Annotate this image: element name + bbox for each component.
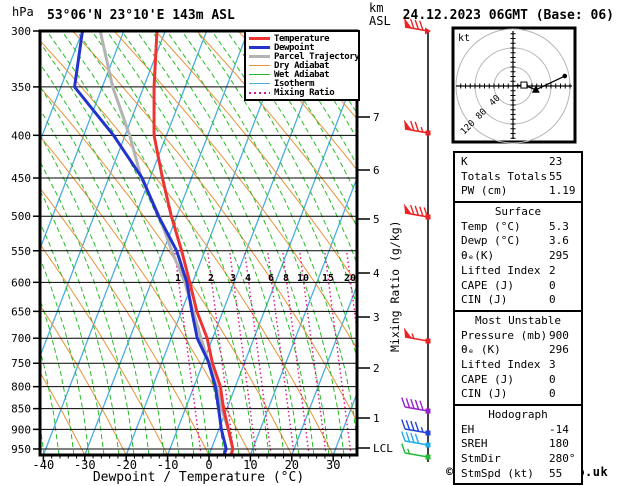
lcl-label: LCL [373, 442, 393, 455]
mixing-ratio-value-label: 4 [245, 273, 251, 284]
stat-row-totals-totals: Totals Totals 55 [461, 169, 563, 183]
stat-row-pw: PW (cm) 1.19 [461, 184, 576, 198]
stat-row-surface-thetae: θₑ(K) 295 [461, 249, 569, 263]
stats-hodograph-box: Hodograph EH -14 SREH 180 StmDir 280° StmSp… [453, 404, 583, 486]
stats-surface-box: Surface Temp (°C) 5.3 Dewp (°C) 3.6 θₑ(K) 2… [453, 201, 583, 312]
pressure-tick-label: 700 [11, 332, 31, 345]
km-tick-label: 6 [373, 164, 380, 177]
stats-panel: K 23 Totals Totals 55 PW (cm) 1.19 Surface … [453, 151, 583, 486]
wind-barb-icon [404, 203, 431, 220]
pressure-tick-label: 650 [11, 305, 31, 318]
mixing-ratio-line-swatch [249, 91, 270, 94]
km-tick-label: 2 [373, 362, 380, 375]
km-tick-label: 1 [373, 412, 380, 425]
mixing-ratio-value-label: 6 [268, 273, 274, 284]
stat-row-surface-cape: CAPE (J) 0 [461, 278, 556, 292]
km-tick-label: 3 [373, 311, 380, 324]
stat-row-k: K 23 [461, 155, 563, 168]
stat-row-surface-temp: Temp (°C) 5.3 [461, 219, 569, 233]
hodograph-section-title: Hodograph [488, 408, 548, 421]
pressure-tick-label: 500 [11, 210, 31, 223]
km-tick-label: 5 [373, 213, 380, 226]
sounding-page: 1 2 3 4 6 8 10 15 20 25 300 350 400 450 500 550 600 650 70… [0, 0, 629, 486]
km-tick-label: 7 [373, 111, 380, 124]
hodograph-unit-label: kt [458, 33, 470, 44]
km-axis-unit-asl: ASL [369, 14, 391, 28]
pressure-tick-label: 550 [11, 245, 31, 258]
km-tick-label: 4 [373, 267, 380, 280]
chart-legend: Temperature Dewpoint Parcel Trajectory D… [244, 30, 360, 101]
pressure-axis-unit: hPa [12, 5, 34, 19]
pressure-tick-label: 850 [11, 403, 31, 416]
mixing-ratio-value-label: 8 [283, 273, 289, 284]
wind-barb-icon [404, 327, 431, 344]
parcel-line-swatch [249, 55, 270, 58]
legend-item-mixing-ratio: Mixing Ratio [246, 87, 358, 98]
hodograph: 4080120kt [451, 26, 577, 144]
mixing-ratio-line [359, 253, 385, 455]
pressure-tick-label: 400 [11, 129, 31, 142]
temperature-curve [152, 31, 235, 455]
pressure-tick-label: 950 [11, 443, 31, 456]
pressure-tick-label: 450 [11, 172, 31, 185]
stat-row-mu-cin: CIN (J) 0 [461, 387, 556, 401]
hodograph-marker-square [520, 81, 528, 89]
km-axis-unit: km ASL [369, 2, 391, 28]
stat-row-mu-li: Lifted Index 3 [461, 357, 556, 371]
dry-adiabat-line [40, 187, 210, 455]
stat-row-mu-thetae: θₑ (K) 296 [461, 343, 569, 357]
stats-indices-box: K 23 Totals Totals 55 PW (cm) 1.19 [453, 151, 583, 204]
stat-row-stmspd: StmSpd (kt) 55 [461, 466, 563, 480]
stat-row-surface-cin: CIN (J) 0 [461, 293, 556, 307]
temperature-axis-caption: Dewpoint / Temperature (°C) [92, 470, 305, 485]
legend-label: Mixing Ratio [274, 87, 335, 98]
pressure-tick-label: 800 [11, 381, 31, 394]
temperature-line-swatch [249, 37, 270, 40]
stat-row-surface-dewp: Dewp (°C) 3.6 [461, 234, 569, 248]
mixing-ratio-value-label: 15 [322, 273, 334, 284]
mixing-ratio-value-label: 20 [344, 273, 356, 284]
stat-row-stmdir: StmDir 280° [461, 452, 576, 466]
pressure-tick-label: 900 [11, 423, 31, 436]
wet-adiabat-line-swatch [249, 73, 270, 76]
stat-row-eh: EH -14 [461, 422, 569, 436]
surface-section-title: Surface [494, 205, 542, 219]
isotherm-line-swatch [249, 82, 270, 85]
mixing-ratio-value-label: 10 [297, 273, 309, 284]
dry-adiabat-line-swatch [249, 64, 270, 67]
stats-most-unstable-box: Most Unstable Pressure (mb) 900 θₑ (K) 296… [453, 309, 583, 406]
dewpoint-line-swatch [249, 46, 270, 49]
pressure-tick-label: 600 [11, 276, 31, 289]
hodograph-trace-endpoint [562, 73, 568, 79]
station-title: 53°06'N 23°10'E 143m ASL [47, 8, 235, 23]
stat-row-mu-cape: CAPE (J) 0 [461, 372, 556, 386]
pressure-tick-label: 300 [11, 25, 31, 38]
pressure-tick-label: 750 [11, 357, 31, 370]
most-unstable-section-title: Most Unstable [474, 313, 562, 327]
isotherm-line [42, 31, 208, 455]
pressure-tick-label: 350 [11, 81, 31, 94]
mixing-ratio-value-label: 3 [230, 273, 236, 284]
mixing-ratio-value-label: 2 [208, 273, 214, 284]
stat-row-surface-li: Lifted Index 2 [461, 263, 556, 277]
wind-barb-icon [401, 397, 431, 414]
wind-barb-icon [404, 119, 431, 136]
datetime-title: 24.12.2023 06GMT (Base: 06) [402, 8, 614, 23]
mixing-ratio-axis-label: Mixing Ratio (g/kg) [388, 220, 402, 352]
stat-row-mu-pressure: Pressure (mb) 900 [461, 328, 569, 342]
stat-row-sreh: SREH 180 [461, 437, 569, 451]
